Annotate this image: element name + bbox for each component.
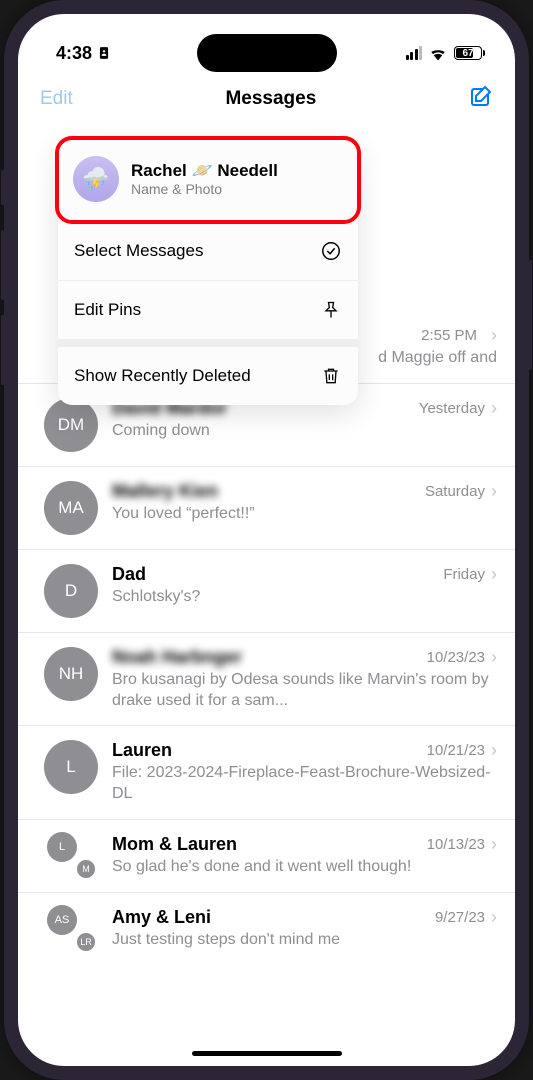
chevron-right-icon: › [491, 834, 497, 855]
avatar: DM [44, 398, 98, 452]
conversation-preview: Bro kusanagi by Odesa sounds like Marvin… [112, 670, 497, 712]
select-messages-item[interactable]: Select Messages [58, 221, 358, 280]
conversation-row[interactable]: L M Mom & Lauren 10/13/23 › So glad he's … [18, 820, 515, 893]
conversation-preview: Coming down [112, 421, 497, 442]
chevron-right-icon: › [491, 647, 497, 668]
avatar: D [44, 564, 98, 618]
profile-subtitle: Name & Photo [131, 181, 278, 197]
conversation-name: Mom & Lauren [112, 834, 237, 855]
status-time: 4:38 [56, 43, 92, 64]
conversation-name: Dad [112, 564, 146, 585]
page-title: Messages [225, 88, 316, 110]
pin-icon [320, 299, 342, 321]
conversation-preview: So glad he's done and it went well thoug… [112, 857, 497, 878]
wifi-icon [428, 45, 448, 61]
edit-menu: ⛈️ Rachel 🪐 Needell Name & Photo Select … [58, 139, 358, 405]
avatar-group: L M [49, 834, 93, 878]
avatar-group: AS LR [49, 907, 93, 951]
conversation-time: Yesterday [419, 400, 485, 417]
conversation-time: 10/13/23 [427, 836, 485, 853]
conversation-row[interactable]: AS LR Amy & Leni 9/27/23 › Just testing s… [18, 893, 515, 965]
chevron-right-icon: › [491, 325, 497, 346]
profile-row[interactable]: ⛈️ Rachel 🪐 Needell Name & Photo [55, 136, 361, 224]
conversation-name: Amy & Leni [112, 907, 211, 928]
conversation-row[interactable]: NH Noah Harbnger 10/23/23 › Bro kusanagi … [18, 633, 515, 727]
profile-card-icon [97, 46, 111, 60]
dynamic-island [197, 34, 337, 72]
show-recently-deleted-item[interactable]: Show Recently Deleted [58, 347, 358, 405]
chevron-right-icon: › [491, 740, 497, 761]
avatar: L [44, 740, 98, 794]
chevron-right-icon: › [491, 398, 497, 419]
conversation-time: Friday [443, 566, 485, 583]
signal-icon [406, 46, 423, 60]
home-indicator[interactable] [192, 1051, 342, 1056]
profile-avatar-icon: ⛈️ [73, 156, 119, 202]
conversation-time: Saturday [425, 483, 485, 500]
conversation-time: 9/27/23 [435, 909, 485, 926]
conversation-row[interactable]: D Dad Friday › Schlotsky's? [18, 550, 515, 633]
conversation-preview: You loved “perfect!!” [112, 504, 497, 525]
avatar: MA [44, 481, 98, 535]
edit-pins-item[interactable]: Edit Pins [58, 280, 358, 339]
nav-header: Edit Messages [18, 72, 515, 125]
conversation-row[interactable]: MA Mallery Kien Saturday › You loved “per… [18, 467, 515, 550]
compose-icon[interactable] [469, 84, 493, 113]
conversation-preview: File: 2023-2024-Fireplace-Feast-Brochure… [112, 763, 497, 805]
conversation-row[interactable]: L Lauren 10/21/23 › File: 2023-2024-Firep… [18, 726, 515, 820]
profile-name: Rachel 🪐 Needell [131, 161, 278, 180]
conversation-name: Noah Harbnger [112, 647, 242, 668]
conversation-name: Lauren [112, 740, 172, 761]
avatar: NH [44, 647, 98, 701]
conversation-time: 2:55 PM [421, 327, 477, 344]
conversation-time: 10/21/23 [427, 742, 485, 759]
edit-button[interactable]: Edit [40, 88, 73, 110]
chevron-right-icon: › [491, 907, 497, 928]
checkmark-circle-icon [320, 240, 342, 262]
conversation-preview: Schlotsky's? [112, 587, 497, 608]
conversation-preview: Just testing steps don't mind me [112, 930, 497, 951]
chevron-right-icon: › [491, 481, 497, 502]
battery-icon: 67 [454, 46, 485, 60]
conversation-time: 10/23/23 [427, 649, 485, 666]
chevron-right-icon: › [491, 564, 497, 585]
conversation-name: Mallery Kien [112, 481, 218, 502]
trash-icon [320, 365, 342, 387]
